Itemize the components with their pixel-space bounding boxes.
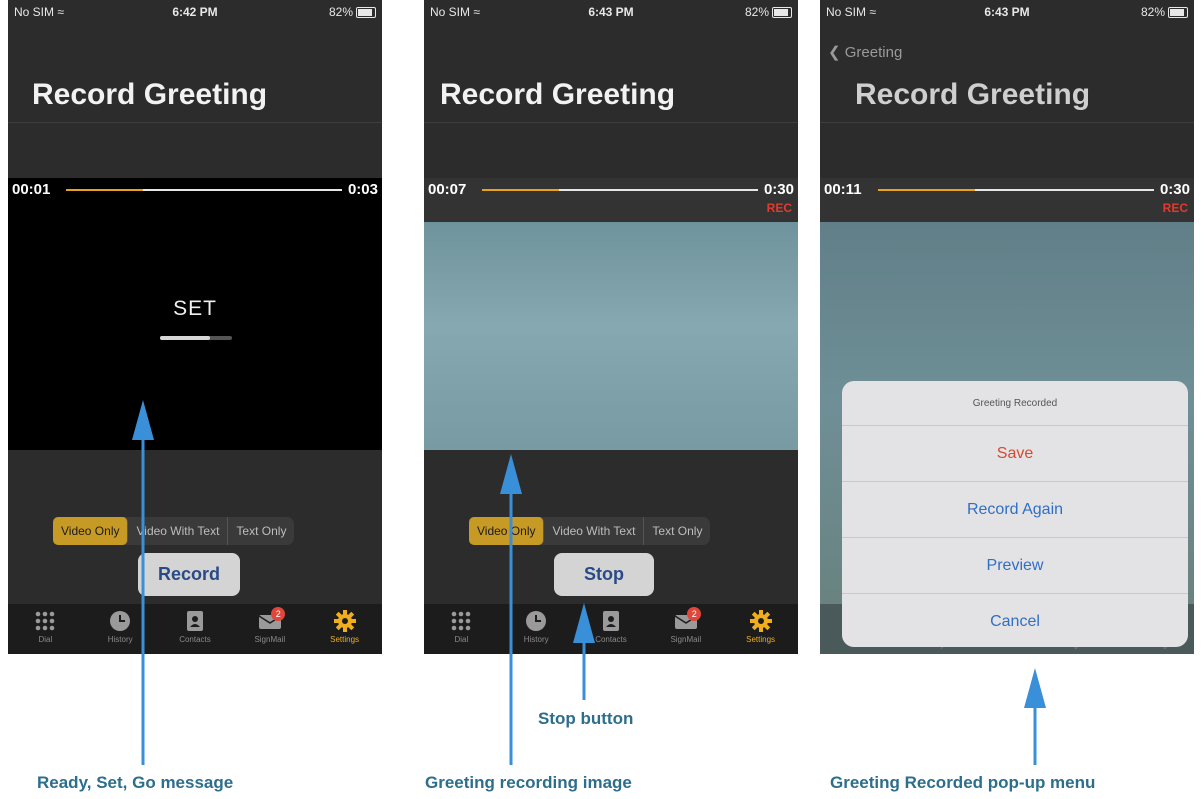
- arrow-popup-menu: [1024, 668, 1046, 765]
- callout-arrows: [132, 400, 1046, 765]
- callout-recording-image: Greeting recording image: [425, 773, 632, 792]
- arrow-stop-button: [573, 603, 595, 700]
- callout-stop-button: Stop button: [538, 709, 634, 728]
- arrow-ready-set-go: [132, 400, 154, 765]
- arrow-recording-image: [500, 454, 522, 765]
- callout-ready-set-go: Ready, Set, Go message: [37, 773, 234, 792]
- callout-popup-menu: Greeting Recorded pop-up menu: [830, 773, 1096, 792]
